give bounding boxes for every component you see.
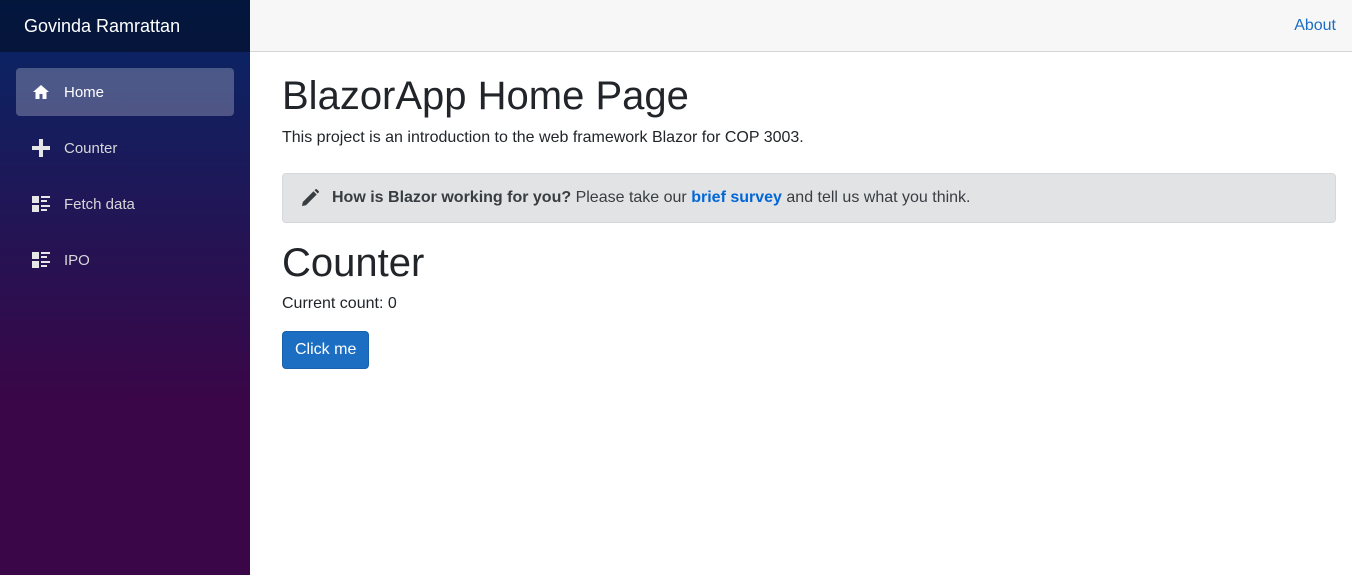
sidebar: Govinda Ramrattan Home Counter Fetch dat…	[0, 0, 250, 575]
sidebar-item-label: Home	[64, 83, 105, 101]
nav-item-counter: Counter	[0, 124, 250, 172]
survey-prompt: How is Blazor working for you? Please ta…	[282, 173, 1336, 223]
brand-bar: Govinda Ramrattan	[0, 0, 250, 52]
click-me-button[interactable]: Click me	[282, 331, 370, 369]
sidebar-item-label: IPO	[64, 251, 90, 269]
nav-item-fetch-data: Fetch data	[0, 180, 250, 228]
plus-icon	[32, 139, 50, 157]
sidebar-item-fetch-data[interactable]: Fetch data	[16, 180, 234, 228]
survey-prefix: Please take our	[575, 189, 687, 206]
survey-suffix: and tell us what you think.	[786, 189, 971, 206]
nav-item-ipo: IPO	[0, 236, 250, 284]
list-rich-icon	[32, 195, 50, 213]
nav-menu: Home Counter Fetch data IPO	[0, 52, 250, 284]
intro-text: This project is an introduction to the w…	[282, 129, 804, 146]
counter-title: Counter	[282, 241, 425, 285]
home-icon	[32, 83, 50, 101]
main-content: BlazorApp Home Page This project is an i…	[282, 52, 1336, 369]
brief-survey-link[interactable]: brief survey	[691, 189, 782, 206]
nav-item-home: Home	[0, 68, 250, 116]
sidebar-item-ipo[interactable]: IPO	[16, 236, 234, 284]
sidebar-item-home[interactable]: Home	[16, 68, 234, 116]
sidebar-item-counter[interactable]: Counter	[16, 124, 234, 172]
list-rich-icon	[32, 251, 50, 269]
pencil-icon	[301, 188, 321, 208]
about-link[interactable]: About	[1294, 17, 1336, 35]
top-row: About	[250, 0, 1352, 52]
sidebar-item-label: Fetch data	[64, 195, 135, 213]
survey-question: How is Blazor working for you?	[332, 189, 572, 206]
brand-link[interactable]: Govinda Ramrattan	[24, 16, 180, 37]
current-count: Current count: 0	[282, 295, 397, 312]
sidebar-item-label: Counter	[64, 139, 118, 157]
page-title: BlazorApp Home Page	[282, 74, 689, 118]
